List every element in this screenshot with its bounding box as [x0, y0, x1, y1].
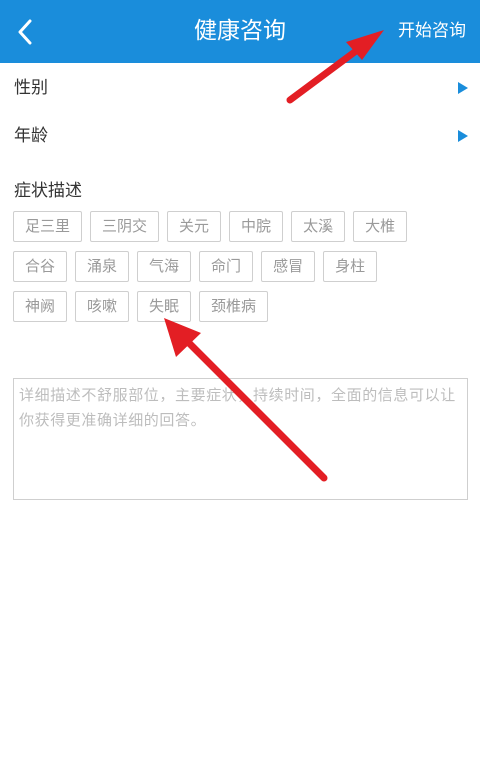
symptom-tag[interactable]: 大椎: [353, 211, 408, 242]
symptom-tag[interactable]: 太溪: [291, 211, 346, 242]
triangle-right-icon: [458, 82, 468, 94]
tag-row: 神阙 咳嗽 失眠 颈椎病: [13, 291, 473, 322]
symptom-tag[interactable]: 中脘: [229, 211, 284, 242]
symptom-tag[interactable]: 身柱: [323, 251, 378, 282]
symptom-tag[interactable]: 失眠: [137, 291, 192, 322]
age-row[interactable]: 年龄: [0, 112, 480, 160]
symptom-tag[interactable]: 神阙: [13, 291, 68, 322]
back-button[interactable]: [0, 0, 50, 63]
symptom-tag[interactable]: 命门: [199, 251, 254, 282]
symptom-tag[interactable]: 三阴交: [90, 211, 160, 242]
gender-row[interactable]: 性别: [0, 64, 480, 112]
symptom-tag[interactable]: 合谷: [13, 251, 68, 282]
symptom-tag[interactable]: 咳嗽: [75, 291, 130, 322]
symptom-description-input[interactable]: 详细描述不舒服部位，主要症状，持续时间，全面的信息可以让你获得更准确详细的回答。: [13, 378, 468, 500]
app-header: 健康咨询 开始咨询: [0, 0, 480, 63]
symptom-tag[interactable]: 涌泉: [75, 251, 130, 282]
symptom-tag[interactable]: 关元: [167, 211, 222, 242]
symptom-tag[interactable]: 感冒: [261, 251, 316, 282]
start-consult-button[interactable]: 开始咨询: [398, 0, 466, 63]
tag-row: 合谷 涌泉 气海 命门 感冒 身柱: [13, 251, 473, 282]
chevron-left-icon: [18, 19, 32, 44]
age-label: 年龄: [14, 126, 48, 146]
symptom-tags: 足三里 三阴交 关元 中脘 太溪 大椎 合谷 涌泉 气海 命门 感冒 身柱 神阙…: [13, 211, 473, 331]
symptom-tag[interactable]: 足三里: [13, 211, 83, 242]
symptom-tag[interactable]: 颈椎病: [199, 291, 269, 322]
gender-label: 性别: [14, 78, 48, 98]
tag-row: 足三里 三阴交 关元 中脘 太溪 大椎: [13, 211, 473, 242]
triangle-right-icon: [458, 130, 468, 142]
symptom-section-title: 症状描述: [14, 181, 82, 201]
symptom-tag[interactable]: 气海: [137, 251, 192, 282]
